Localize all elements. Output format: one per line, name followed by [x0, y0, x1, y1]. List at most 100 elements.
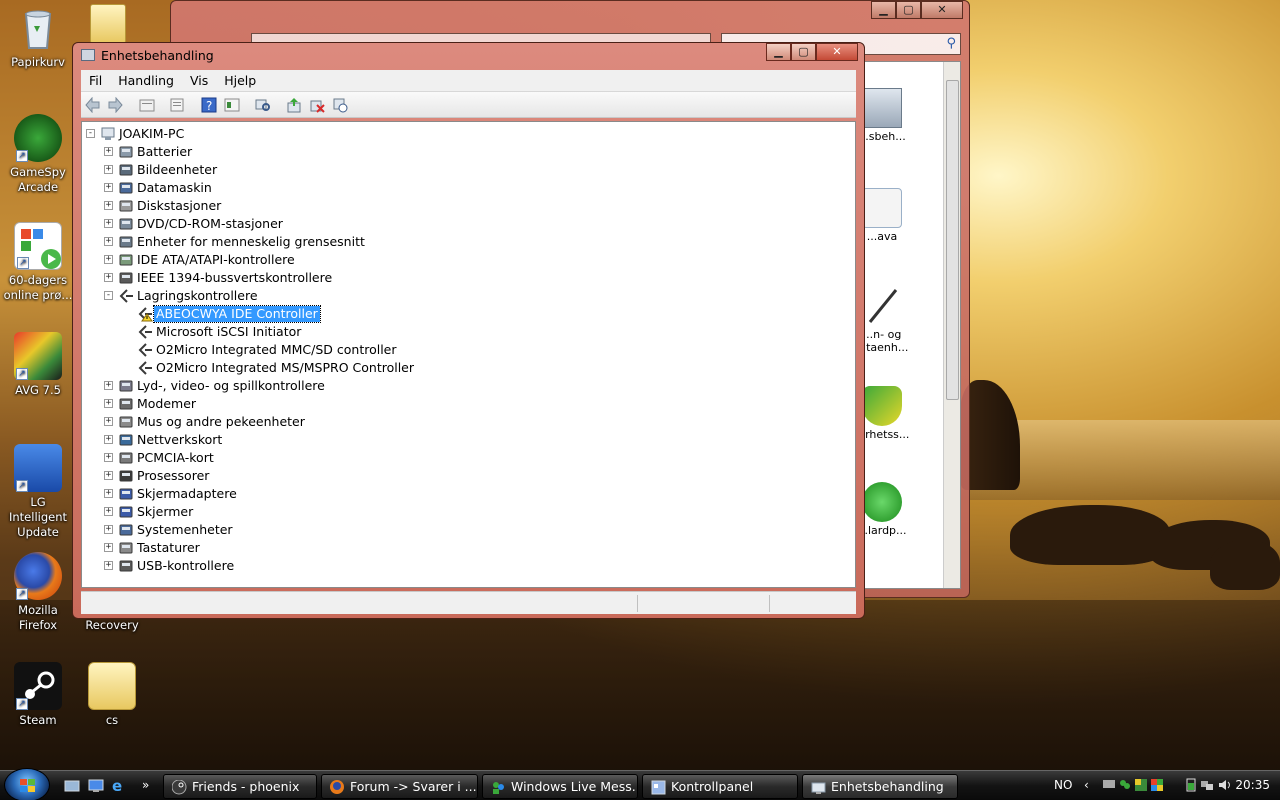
expand-icon[interactable]: +: [104, 183, 113, 192]
tree-category[interactable]: + Batterier: [82, 143, 855, 161]
tree-category[interactable]: + Tastaturer: [82, 539, 855, 557]
quicklaunch-more-icon[interactable]: »: [142, 778, 158, 794]
device-manager-window[interactable]: Enhetsbehandling ▁ ▢ ✕ Fil Handling Vis …: [72, 42, 865, 619]
start-button[interactable]: [4, 768, 50, 800]
tree-category[interactable]: + Skjermer: [82, 503, 855, 521]
scan-icon[interactable]: [255, 97, 271, 113]
update-driver-icon[interactable]: [286, 97, 302, 113]
tree-category[interactable]: + USB-kontrollere: [82, 557, 855, 575]
tree-category[interactable]: + Lyd-, video- og spillkontrollere: [82, 377, 855, 395]
clock[interactable]: 20:35: [1235, 778, 1270, 792]
expand-icon[interactable]: +: [104, 273, 113, 282]
help-icon[interactable]: ?: [201, 97, 217, 113]
tree-category[interactable]: - Lagringskontrollere: [82, 287, 855, 305]
collapse-icon[interactable]: -: [104, 291, 113, 300]
desktop-icon-partial-folder[interactable]: [90, 4, 126, 44]
properties-icon[interactable]: [169, 97, 185, 113]
quicklaunch-ie-icon[interactable]: e: [112, 778, 128, 794]
tree-device[interactable]: ABEOCWYA IDE Controller: [82, 305, 855, 323]
minimize-button[interactable]: ▁: [766, 43, 791, 61]
tree-device[interactable]: O2Micro Integrated MS/MSPRO Controller: [82, 359, 855, 377]
expand-icon[interactable]: +: [104, 453, 113, 462]
task-forum[interactable]: Forum -> Svarer i ......: [321, 774, 478, 799]
quicklaunch-explorer-icon[interactable]: [64, 778, 80, 794]
expand-icon[interactable]: +: [104, 255, 113, 264]
tray-expand-icon[interactable]: ‹: [1084, 778, 1098, 792]
expand-icon[interactable]: +: [104, 237, 113, 246]
desktop-icon-gamespy[interactable]: ↗ GameSpy Arcade: [0, 114, 76, 195]
tree-category[interactable]: + IDE ATA/ATAPI-kontrollere: [82, 251, 855, 269]
desktop-icon-lg-update[interactable]: ↗ LG Intelligent Update: [0, 444, 76, 540]
close-button[interactable]: ✕: [921, 1, 963, 19]
uninstall-icon[interactable]: [309, 97, 325, 113]
expand-icon[interactable]: +: [104, 435, 113, 444]
forward-icon[interactable]: [107, 96, 123, 114]
tray-avg-icon[interactable]: [1134, 778, 1148, 792]
tree-category[interactable]: + DVD/CD-ROM-stasjoner: [82, 215, 855, 233]
tree-root[interactable]: - JOAKIM-PC: [82, 125, 855, 143]
tree-device[interactable]: Microsoft iSCSI Initiator: [82, 323, 855, 341]
desktop-icon-avg[interactable]: ↗ AVG 7.5: [0, 332, 76, 398]
tree-category[interactable]: + Datamaskin: [82, 179, 855, 197]
expand-icon[interactable]: +: [104, 543, 113, 552]
desktop-icon-firefox[interactable]: ↗ Mozilla Firefox: [0, 552, 76, 633]
desktop-icon-cs-folder[interactable]: cs: [74, 662, 150, 728]
tree-category[interactable]: + Systemenheter: [82, 521, 855, 539]
expand-icon[interactable]: +: [104, 381, 113, 390]
tray-volume-icon[interactable]: [1218, 778, 1232, 792]
expand-icon[interactable]: +: [104, 165, 113, 174]
expand-icon[interactable]: +: [104, 417, 113, 426]
expand-icon[interactable]: +: [104, 525, 113, 534]
desktop-icon-steam[interactable]: ↗ Steam: [0, 662, 76, 728]
tree-category[interactable]: + Nettverkskort: [82, 431, 855, 449]
close-button[interactable]: ✕: [816, 43, 858, 61]
language-indicator[interactable]: NO: [1054, 778, 1072, 792]
minimize-button[interactable]: ▁: [871, 1, 896, 19]
task-device-manager[interactable]: Enhetsbehandling: [802, 774, 958, 799]
view-icon[interactable]: [224, 97, 240, 113]
desktop-icon-recycle-bin[interactable]: Papirkurv: [0, 4, 76, 70]
expand-icon[interactable]: +: [104, 399, 113, 408]
scrollbar-thumb[interactable]: [946, 80, 959, 400]
tray-monitor-icon[interactable]: [1102, 778, 1116, 792]
search-icon[interactable]: ⚲: [946, 36, 956, 51]
collapse-icon[interactable]: -: [86, 129, 95, 138]
maximize-button[interactable]: ▢: [896, 1, 921, 19]
vertical-scrollbar[interactable]: [943, 62, 960, 588]
tree-device[interactable]: O2Micro Integrated MMC/SD controller: [82, 341, 855, 359]
expand-icon[interactable]: +: [104, 471, 113, 480]
task-control-panel[interactable]: Kontrollpanel: [642, 774, 798, 799]
tray-messenger-icon[interactable]: [1118, 778, 1132, 792]
disable-icon[interactable]: [332, 97, 348, 113]
tray-security-icon[interactable]: [1150, 778, 1164, 792]
task-messenger[interactable]: Windows Live Mess...: [482, 774, 638, 799]
quicklaunch-desktop-icon[interactable]: [88, 778, 104, 794]
desktop-icon-office-trial[interactable]: ↗ 60-dagers online prø...: [0, 222, 76, 303]
tree-category[interactable]: + IEEE 1394-bussvertskontrollere: [82, 269, 855, 287]
tree-category[interactable]: + Diskstasjoner: [82, 197, 855, 215]
menu-action[interactable]: Handling: [110, 70, 182, 91]
tree-category[interactable]: + Skjermadaptere: [82, 485, 855, 503]
expand-icon[interactable]: +: [104, 147, 113, 156]
expand-icon[interactable]: +: [104, 561, 113, 570]
menu-help[interactable]: Hjelp: [216, 70, 264, 91]
expand-icon[interactable]: +: [104, 489, 113, 498]
tree-category[interactable]: + Prosessorer: [82, 467, 855, 485]
tray-network-icon[interactable]: [1200, 778, 1214, 792]
desktop-icon-recovery[interactable]: Recovery: [74, 618, 150, 633]
tree-category[interactable]: + Mus og andre pekeenheter: [82, 413, 855, 431]
expand-icon[interactable]: +: [104, 219, 113, 228]
tray-battery-icon[interactable]: [1184, 778, 1198, 792]
title-bar[interactable]: Enhetsbehandling ▁ ▢ ✕: [73, 43, 864, 67]
tree-category[interactable]: + PCMCIA-kort: [82, 449, 855, 467]
menu-file[interactable]: Fil: [81, 70, 110, 91]
tree-category[interactable]: + Bildeenheter: [82, 161, 855, 179]
device-tree[interactable]: - JOAKIM-PC + Batterier + Bildeenheter + Datama…: [81, 121, 856, 588]
task-friends[interactable]: Friends - phoenix: [163, 774, 317, 799]
expand-icon[interactable]: +: [104, 201, 113, 210]
up-icon[interactable]: [139, 97, 155, 113]
menu-view[interactable]: Vis: [182, 70, 216, 91]
back-icon[interactable]: [85, 96, 101, 114]
expand-icon[interactable]: +: [104, 507, 113, 516]
tree-category[interactable]: + Modemer: [82, 395, 855, 413]
